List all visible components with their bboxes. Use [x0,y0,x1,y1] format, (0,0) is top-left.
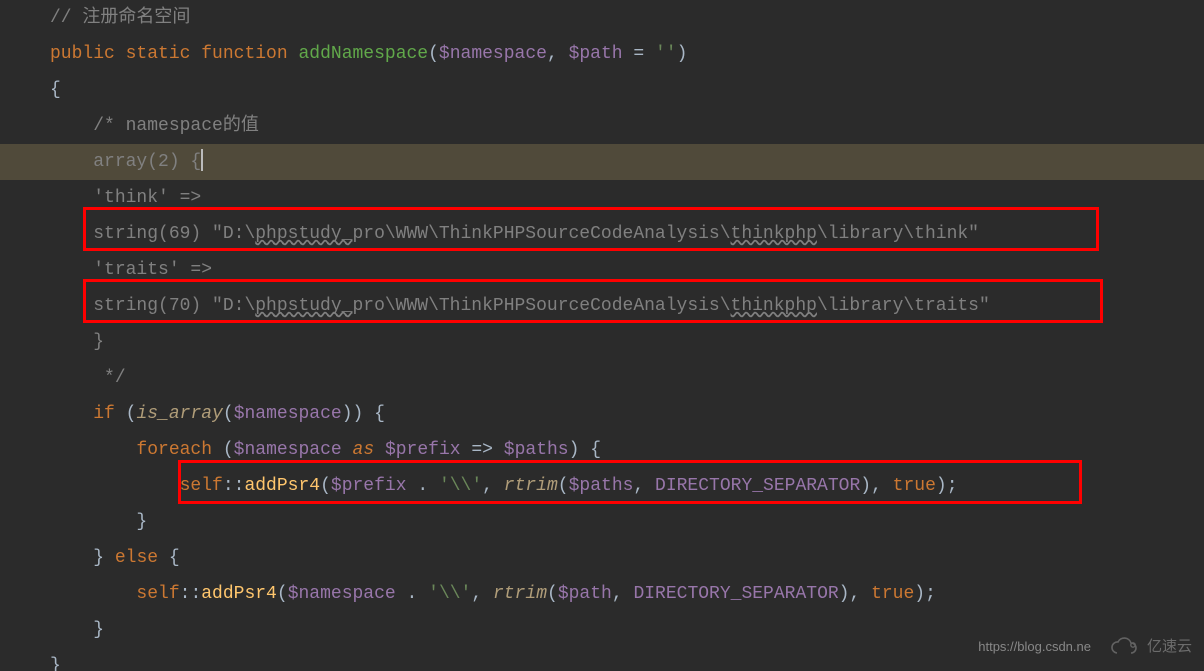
var-namespace: $namespace [234,440,342,460]
code-line: */ [0,360,1204,396]
code-line: 'traits' => [0,252,1204,288]
code-line: { [0,72,1204,108]
brace-close: } [93,620,104,640]
text-cursor [201,149,203,171]
var-namespace: $namespace [288,584,396,604]
code-line-active: array(2) { [0,144,1204,180]
var-prefix: $prefix [331,476,407,496]
var-paths: $paths [504,440,569,460]
kw-true: true [871,584,914,604]
brace-open: { [169,548,180,568]
code-line: foreach ($namespace as $prefix => $paths… [0,432,1204,468]
comment: 'think' => [93,188,201,208]
fn-rtrim: rtrim [493,584,547,604]
kw-if: if [93,404,115,424]
comment: /* namespace的值 [93,116,259,136]
brace-close: } [136,512,147,532]
code-line: string(70) "D:\phpstudy_pro\WWW\ThinkPHP… [0,288,1204,324]
code-line: public static function addNamespace($nam… [0,36,1204,72]
code-line: // 注册命名空间 [0,0,1204,36]
fn-rtrim: rtrim [504,476,558,496]
kw-as: as [353,440,375,460]
code-line: self::addPsr4($namespace . '\\', rtrim($… [0,576,1204,612]
code-line: string(69) "D:\phpstudy_pro\WWW\ThinkPHP… [0,216,1204,252]
kw-self: self [180,476,223,496]
const-dirsep: DIRECTORY_SEPARATOR [633,584,838,604]
kw-else: else [115,548,158,568]
kw-function: function [201,44,287,64]
func-name: addNamespace [298,44,428,64]
brace-close: } [93,548,104,568]
code-line: if (is_array($namespace)) { [0,396,1204,432]
string-empty: '' [655,44,677,64]
fn-addpsr4: addPsr4 [201,584,277,604]
var-paths: $paths [569,476,634,496]
watermark: https://blog.csdn.ne 亿速云 [978,629,1192,665]
code-line: } else { [0,540,1204,576]
kw-foreach: foreach [136,440,212,460]
code-line: } [0,324,1204,360]
var-prefix: $prefix [385,440,461,460]
cloud-icon [1109,635,1139,659]
watermark-brand: 亿速云 [1147,629,1192,665]
fn-addpsr4: addPsr4 [244,476,320,496]
string-slash: '\\' [428,584,471,604]
comment: */ [104,368,126,388]
watermark-url: https://blog.csdn.ne [978,629,1091,665]
kw-public: public [50,44,115,64]
var-path: $path [558,584,612,604]
comment: 'traits' => [93,260,212,280]
brace-close: } [50,656,61,671]
code-line: } [0,504,1204,540]
const-dirsep: DIRECTORY_SEPARATOR [655,476,860,496]
var-namespace: $namespace [234,404,342,424]
code-line: /* namespace的值 [0,108,1204,144]
code-line: 'think' => [0,180,1204,216]
fn-is-array: is_array [136,404,222,424]
brace-open: { [50,80,61,100]
kw-self: self [136,584,179,604]
code-editor: // 注册命名空间 public static function addName… [0,0,1204,671]
comment: array(2) { [93,152,201,172]
string-slash: '\\' [439,476,482,496]
comment: // 注册命名空间 [50,8,190,28]
kw-true: true [893,476,936,496]
comment: string(69) "D:\phpstudy_pro\WWW\ThinkPHP… [93,224,979,244]
var-namespace: $namespace [439,44,547,64]
code-line: self::addPsr4($prefix . '\\', rtrim($pat… [0,468,1204,504]
kw-static: static [126,44,191,64]
comment: string(70) "D:\phpstudy_pro\WWW\ThinkPHP… [93,296,990,316]
comment: } [93,332,104,352]
var-path: $path [569,44,623,64]
